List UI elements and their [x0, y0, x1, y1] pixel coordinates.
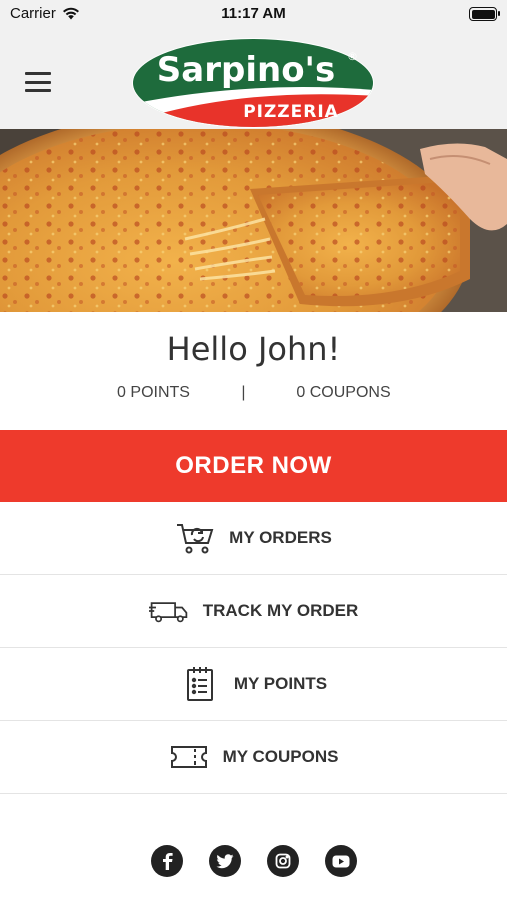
app-screen: Carrier 11:17 AM Sarpino's ® PIZZERIA He… [0, 0, 507, 900]
menu-item-track-my-order[interactable]: TRACK MY ORDER [0, 575, 507, 648]
menu-item-my-coupons[interactable]: MY COUPONS [0, 721, 507, 794]
twitter-icon[interactable] [208, 845, 241, 877]
youtube-icon[interactable] [324, 845, 357, 877]
status-bar: Carrier 11:17 AM [0, 0, 507, 28]
pizza-hero-image [0, 129, 507, 312]
menu-item-my-points[interactable]: MY POINTS [0, 648, 507, 721]
points-count: 0 POINTS [117, 384, 190, 401]
menu-item-label: MY COUPONS [222, 747, 339, 766]
app-header: Sarpino's ® PIZZERIA [0, 28, 507, 129]
instagram-icon[interactable] [266, 845, 299, 877]
menu-item-label: TRACK MY ORDER [202, 601, 359, 620]
logo-registered-mark: ® [347, 50, 358, 63]
sarpinos-logo: Sarpino's ® PIZZERIA [132, 38, 374, 128]
notepad-list-icon [180, 666, 220, 702]
coupons-count: 0 COUPONS [296, 384, 391, 401]
ticket-icon [169, 739, 209, 775]
stats-separator: | [241, 384, 246, 401]
logo-brand-text: Sarpino's [157, 50, 335, 90]
menu-item-my-orders[interactable]: MY ORDERS [0, 502, 507, 575]
menu-item-label: MY ORDERS [229, 528, 332, 547]
social-links [0, 845, 507, 877]
menu-item-label: MY POINTS [233, 674, 328, 693]
hamburger-icon[interactable] [25, 72, 51, 92]
order-now-button[interactable]: ORDER NOW [0, 430, 507, 502]
status-time: 11:17 AM [221, 5, 286, 22]
greeting-title: Hello John! [166, 330, 341, 368]
points-coupons-summary: 0 POINTS | 0 COUPONS [0, 384, 507, 402]
battery-icon [469, 7, 500, 21]
logo-sub-text: PIZZERIA [243, 102, 339, 122]
shopping-cart-refresh-icon [175, 520, 215, 556]
delivery-truck-icon [148, 593, 189, 629]
facebook-icon[interactable] [150, 845, 183, 877]
